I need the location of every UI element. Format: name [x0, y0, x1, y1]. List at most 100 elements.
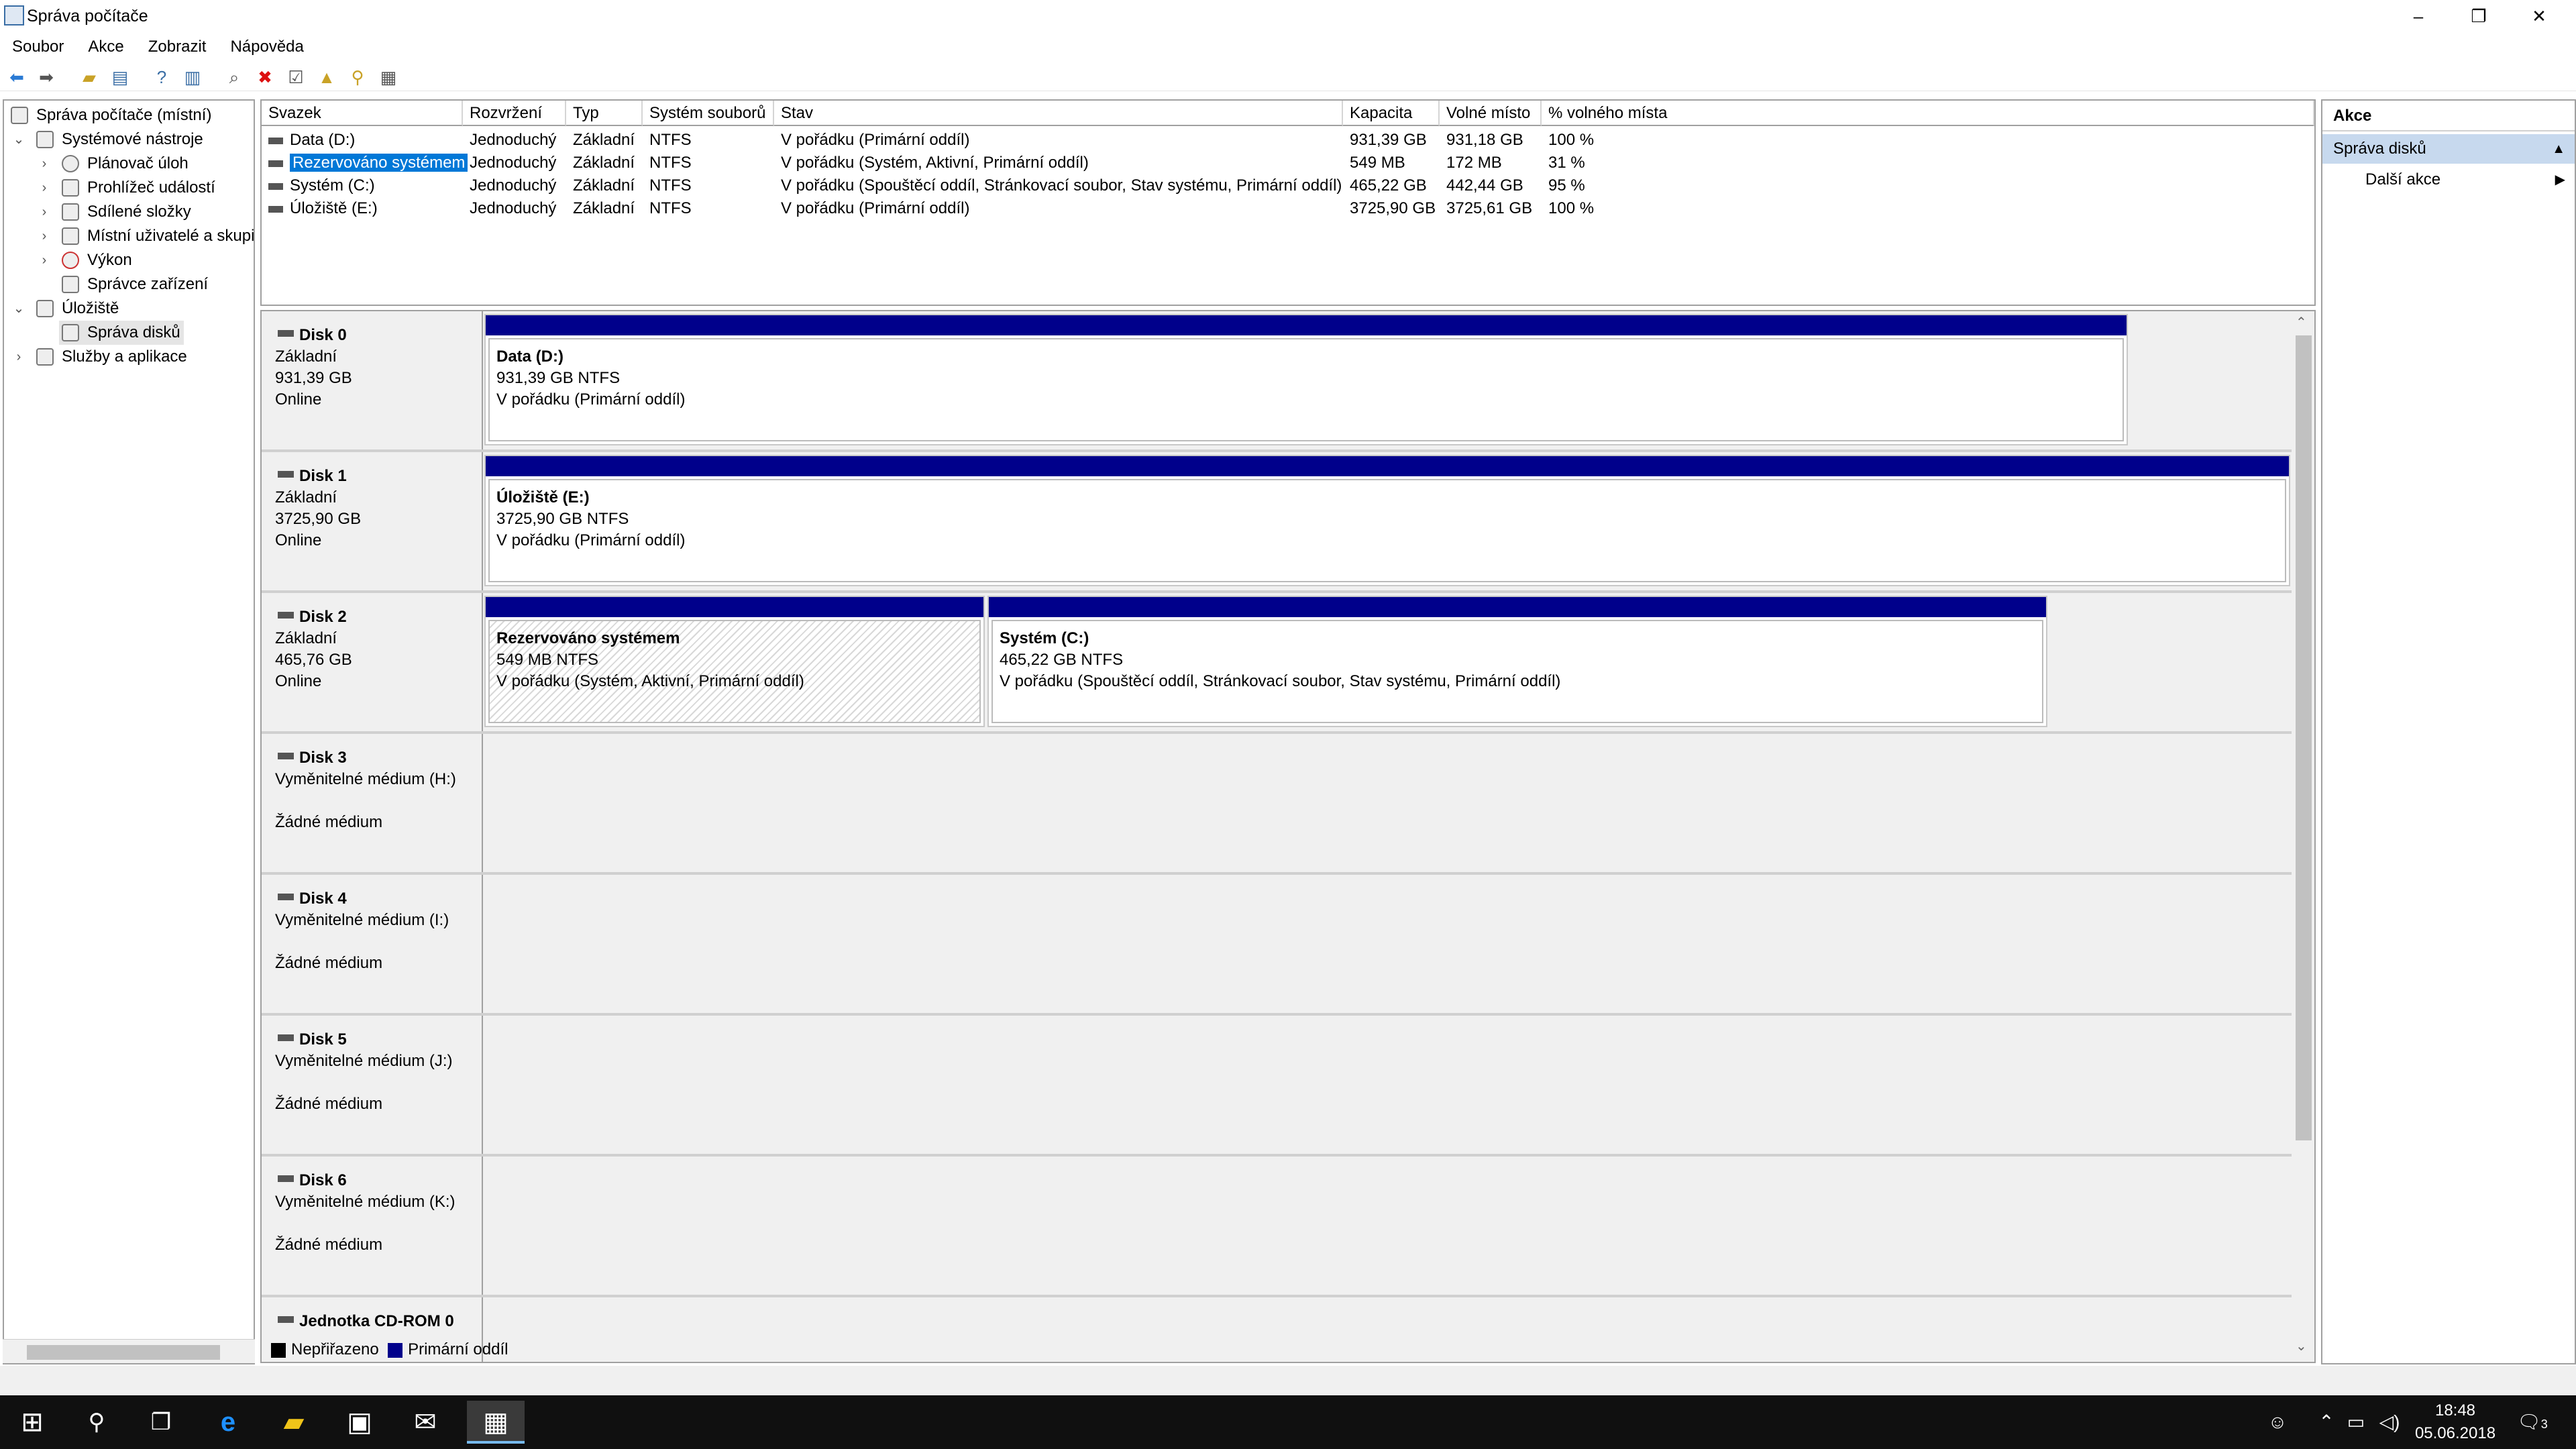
- task-view-icon[interactable]: ❐: [140, 1401, 182, 1444]
- disk-row: Disk 4 Vyměnitelné médium (I:) Žádné méd…: [262, 875, 2294, 1016]
- properties-icon[interactable]: ▥: [182, 67, 203, 87]
- disk-label[interactable]: Disk 3 Vyměnitelné médium (H:) Žádné méd…: [262, 734, 483, 873]
- toolbar: ⬅ ➡ ▰ ▤ ? ▥ ⌕ ✖ ☑ ▲ ⚲ ▦: [0, 62, 2576, 91]
- column-header-free-space[interactable]: Volné místo: [1440, 101, 1542, 126]
- delete-icon[interactable]: ✖: [255, 67, 275, 87]
- table-cell: 931,39 GB: [1350, 131, 1427, 149]
- disk-label[interactable]: Disk 4 Vyměnitelné médium (I:) Žádné méd…: [262, 875, 483, 1014]
- services-icon: [36, 348, 54, 366]
- export-icon[interactable]: ▲: [317, 67, 337, 87]
- file-explorer-icon[interactable]: ▰: [272, 1401, 315, 1444]
- disk-label[interactable]: Disk 5 Vyměnitelné médium (J:) Žádné méd…: [262, 1016, 483, 1155]
- scrollbar-thumb[interactable]: [27, 1345, 220, 1360]
- table-cell: Základní: [573, 154, 635, 172]
- table-row[interactable]: Úložiště (E:): [268, 197, 378, 220]
- disk-label[interactable]: Disk 6 Vyměnitelné médium (K:) Žádné méd…: [262, 1157, 483, 1296]
- menu-file[interactable]: Soubor: [0, 32, 76, 62]
- primary-partition-swatch: [388, 1342, 403, 1358]
- table-cell: Základní: [573, 199, 635, 217]
- scrollbar-thumb[interactable]: [2296, 335, 2312, 1140]
- graph-vertical-scrollbar[interactable]: ⌃ ⌄: [2292, 311, 2314, 1362]
- chevron-down-icon[interactable]: ⌄: [11, 297, 27, 321]
- show-hide-tree-icon[interactable]: ▤: [110, 67, 130, 87]
- menu-bar: Soubor Akce Zobrazit Nápověda: [0, 32, 2576, 62]
- scroll-up-icon[interactable]: ⌃: [2296, 314, 2307, 331]
- tools-icon: [36, 131, 54, 148]
- chevron-right-icon[interactable]: ›: [36, 176, 52, 200]
- start-icon[interactable]: ⊞: [11, 1401, 54, 1444]
- computer-management-task-icon[interactable]: ▦: [467, 1401, 525, 1444]
- table-cell: Jednoduchý: [470, 131, 557, 149]
- partition[interactable]: Data (D:) 931,39 GB NTFS V pořádku (Prim…: [484, 314, 2128, 445]
- chevron-down-icon[interactable]: ⌄: [11, 127, 27, 152]
- more-actions-item[interactable]: Další akce ▶: [2322, 165, 2575, 195]
- people-icon[interactable]: ☺: [2261, 1395, 2294, 1449]
- partition-bar: [486, 597, 983, 617]
- chevron-right-icon[interactable]: ›: [36, 152, 52, 176]
- disk-label[interactable]: Disk 1 Základní 3725,90 GB Online: [262, 452, 483, 592]
- menu-help[interactable]: Nápověda: [218, 32, 315, 62]
- table-cell: 100 %: [1548, 199, 1595, 217]
- column-header-type[interactable]: Typ: [566, 101, 643, 126]
- disk-row: Disk 5 Vyměnitelné médium (J:) Žádné méd…: [262, 1016, 2294, 1157]
- forward-icon[interactable]: ➡: [36, 67, 56, 87]
- restore-button[interactable]: ❐: [2449, 0, 2509, 32]
- tree-horizontal-scrollbar[interactable]: [3, 1339, 255, 1363]
- search-icon[interactable]: ⚲: [75, 1401, 118, 1444]
- show-hidden-icons[interactable]: ⌃: [2313, 1395, 2340, 1449]
- partition[interactable]: Systém (C:) 465,22 GB NTFS V pořádku (Sp…: [987, 596, 2047, 727]
- column-header-layout[interactable]: Rozvržení: [463, 101, 566, 126]
- table-cell: NTFS: [649, 131, 692, 149]
- table-cell: 100 %: [1548, 131, 1595, 149]
- volume-icon: [268, 182, 283, 190]
- column-header-percent-free[interactable]: % volného místa: [1542, 101, 2314, 126]
- table-row[interactable]: Systém (C:): [268, 174, 375, 197]
- close-button[interactable]: ✕: [2509, 0, 2569, 32]
- computer-icon: [11, 107, 28, 124]
- store-icon[interactable]: ▣: [338, 1401, 381, 1444]
- legend-label: Primární oddíl: [408, 1340, 508, 1358]
- disk-label[interactable]: Disk 2 Základní 465,76 GB Online: [262, 593, 483, 733]
- table-row[interactable]: Rezervováno systémem: [268, 152, 468, 174]
- table-row[interactable]: Data (D:): [268, 129, 355, 152]
- chevron-right-icon[interactable]: ›: [11, 345, 27, 369]
- table-cell: Základní: [573, 131, 635, 149]
- disk-row: Disk 2 Základní 465,76 GB Online Rezervo…: [262, 593, 2294, 734]
- volume-icon[interactable]: ◁): [2375, 1395, 2404, 1449]
- mail-icon[interactable]: ✉: [404, 1401, 447, 1444]
- volume-icon: [268, 160, 283, 167]
- table-cell: 465,22 GB: [1350, 176, 1427, 195]
- chevron-right-icon[interactable]: ›: [36, 200, 52, 224]
- column-header-status[interactable]: Stav: [774, 101, 1343, 126]
- clock[interactable]: 18:48 05.06.2018: [2408, 1399, 2502, 1445]
- partition[interactable]: Rezervováno systémem 549 MB NTFS V pořád…: [484, 596, 985, 727]
- event-viewer-icon: [62, 179, 79, 197]
- column-header-volume[interactable]: Svazek: [262, 101, 463, 126]
- column-header-filesystem[interactable]: Systém souborů: [643, 101, 774, 126]
- column-header-capacity[interactable]: Kapacita: [1343, 101, 1440, 126]
- network-icon[interactable]: ▭: [2341, 1395, 2371, 1449]
- checklist-icon[interactable]: ☑: [286, 67, 306, 87]
- search-folder-icon[interactable]: ⚲: [347, 67, 368, 87]
- table-cell: 172 MB: [1446, 154, 1502, 172]
- minimize-button[interactable]: –: [2388, 0, 2449, 32]
- table-cell: V pořádku (Systém, Aktivní, Primární odd…: [781, 154, 1089, 172]
- chevron-right-icon[interactable]: ›: [36, 248, 52, 272]
- menu-view[interactable]: Zobrazit: [136, 32, 219, 62]
- edge-icon[interactable]: e: [207, 1401, 250, 1444]
- tree-item-disk-management[interactable]: Správa disků: [59, 321, 184, 345]
- actions-section-disk-management[interactable]: Správa disků ▲: [2322, 134, 2575, 164]
- notifications-icon[interactable]: 🗨3: [2509, 1395, 2556, 1449]
- partition[interactable]: Úložiště (E:) 3725,90 GB NTFS V pořádku …: [484, 455, 2290, 586]
- disk-label[interactable]: Disk 0 Základní 931,39 GB Online: [262, 311, 483, 451]
- table-cell: Jednoduchý: [470, 154, 557, 172]
- collapse-icon[interactable]: ▲: [2552, 134, 2565, 164]
- back-icon[interactable]: ⬅: [7, 67, 27, 87]
- chevron-right-icon[interactable]: ›: [36, 224, 52, 248]
- menu-action[interactable]: Akce: [76, 32, 136, 62]
- settings-panel-icon[interactable]: ▦: [378, 67, 398, 87]
- up-folder-icon[interactable]: ▰: [79, 67, 99, 87]
- table-cell: 3725,90 GB: [1350, 199, 1436, 217]
- connect-icon[interactable]: ⌕: [224, 67, 244, 87]
- help-icon[interactable]: ?: [152, 67, 172, 87]
